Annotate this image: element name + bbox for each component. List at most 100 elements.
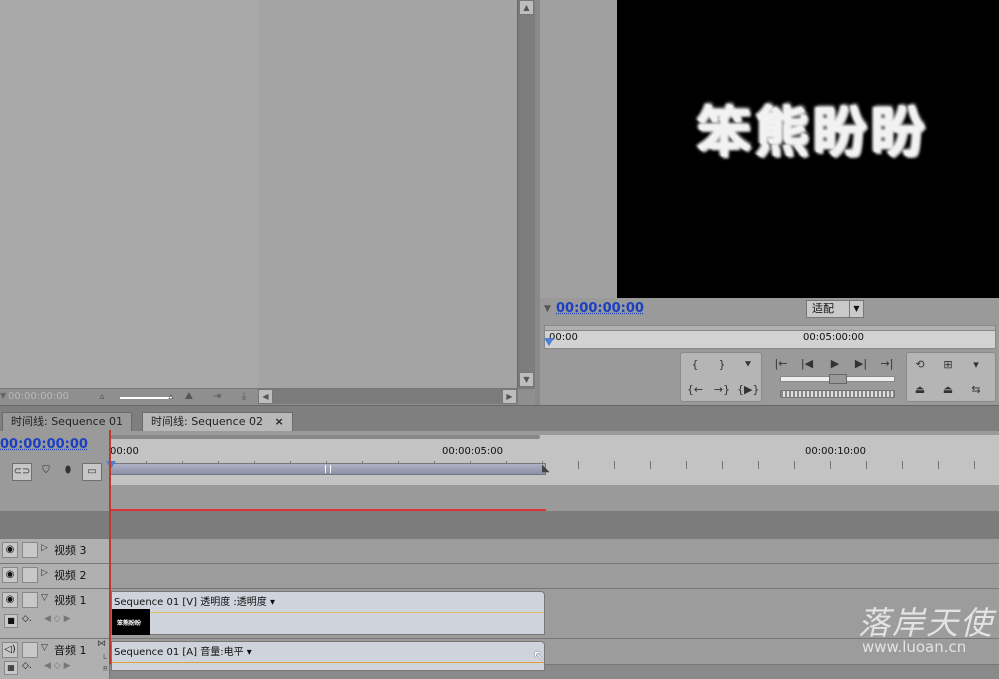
clip-label: Sequence 01 [A] 音量:电平 ▾	[114, 647, 252, 658]
eye-icon[interactable]: ◉	[2, 592, 18, 608]
work-area-end-icon[interactable]: ◣	[542, 463, 550, 474]
close-icon[interactable]: ×	[274, 415, 283, 428]
clip-label: Sequence 01 [V] 透明度 :透明度 ▾	[114, 597, 275, 608]
mark-out-button[interactable]: }	[711, 356, 733, 374]
timeline-playhead-icon[interactable]	[106, 461, 116, 469]
program-preview-screen: 笨熊盼盼	[617, 0, 999, 298]
go-prev-edit-button[interactable]: |←	[770, 355, 792, 373]
keyframe-toggle-icon[interactable]: ◇.	[22, 661, 32, 671]
set-encore-marker-icon[interactable]: ⛉	[36, 463, 56, 481]
jog-thumb[interactable]	[829, 374, 847, 384]
tab-sequence-02[interactable]: 时间线: Sequence 02 ×	[142, 412, 293, 431]
clip-thumbnail-text: 笨熊盼盼	[117, 620, 142, 627]
timecode-arrow-icon: ▼	[0, 391, 7, 400]
program-time-ruler[interactable]: 00:00 00:05:00:00	[544, 325, 996, 349]
trim-button[interactable]: ⇆	[965, 381, 987, 399]
shuttle-control[interactable]	[780, 390, 895, 398]
fit-dropdown[interactable]: 适配 ▼	[806, 300, 864, 318]
speaker-icon[interactable]: ◁)	[2, 642, 18, 658]
audio-clip[interactable]: Sequence 01 [A] 音量:电平 ▾	[111, 641, 545, 671]
keyframe-toggle-icon[interactable]: ◇.	[22, 614, 32, 624]
step-back-button[interactable]: |◀	[796, 355, 818, 373]
program-ruler-mid: 00:05:00:00	[803, 332, 865, 343]
video-clip[interactable]: Sequence 01 [V] 透明度 :透明度 ▾ 笨熊盼盼	[111, 591, 545, 635]
scroll-down-icon[interactable]: ▼	[519, 372, 534, 387]
zoom-in-icon[interactable]: ⛰	[182, 391, 196, 403]
opacity-line[interactable]	[112, 612, 544, 613]
source-vertical-scrollbar[interactable]: ▲ ▼	[517, 0, 535, 388]
keyframe-nav-icon[interactable]: ◀ ◇ ▶	[44, 661, 71, 671]
tab-label: 时间线: Sequence 02	[151, 415, 263, 428]
snap-icon[interactable]: ⊂⊃	[12, 463, 32, 481]
display-style-icon[interactable]: ■	[4, 614, 18, 628]
extract-button[interactable]: ⏏	[937, 381, 959, 399]
loop-button[interactable]: ⟲	[909, 356, 931, 374]
track-header: ◉ ▷ 视频 3	[0, 539, 110, 563]
source-horizontal-scrollbar[interactable]: ◀ ▶	[258, 389, 518, 404]
play-button[interactable]: ▶	[824, 355, 846, 373]
work-area-grip[interactable]	[325, 465, 331, 473]
mouse-cursor-icon: ↖	[533, 648, 545, 664]
zoom-toggle-icon[interactable]: ▭	[82, 463, 102, 481]
track-name: 视频 2	[54, 569, 87, 582]
scroll-left-icon[interactable]: ◀	[258, 389, 273, 404]
go-to-out-button[interactable]: →}	[711, 381, 733, 399]
jog-slider[interactable]	[780, 374, 895, 384]
track-spacer	[0, 511, 999, 539]
track-header: ◉ ▽ 视频 1 ■ ◇. ◀ ◇ ▶	[0, 589, 110, 638]
track-name: 视频 1	[54, 594, 87, 607]
lock-toggle[interactable]	[22, 592, 38, 608]
expand-triangle-icon[interactable]: ▷	[41, 543, 48, 553]
timeline-ruler[interactable]: 00:00 00:00:05:00 00:00:10:00 ◣	[106, 435, 999, 485]
program-monitor: 笨熊盼盼 ▼ 00:00:00:00 适配 ▼ 00:00 00:05:00:0…	[540, 0, 999, 405]
overlay-icon[interactable]: ⤓	[237, 391, 251, 403]
collapse-triangle-icon[interactable]: ▽	[41, 643, 48, 653]
add-marker-icon[interactable]: ⬮	[58, 463, 78, 481]
play-in-to-out-button[interactable]: {▶}	[737, 381, 759, 399]
output-menu-button[interactable]: ▾	[965, 356, 987, 374]
lift-button[interactable]: ⏏	[909, 381, 931, 399]
lock-toggle[interactable]	[22, 642, 38, 658]
program-zoom-bar[interactable]	[545, 326, 995, 331]
program-left-margin	[540, 0, 617, 298]
viewing-area-bar[interactable]	[110, 435, 540, 439]
timeline-playhead-line[interactable]	[109, 430, 111, 664]
tab-label: 时间线: Sequence 01	[11, 415, 123, 428]
scroll-up-icon[interactable]: ▲	[519, 0, 534, 15]
fit-dropdown-label: 适配	[812, 302, 834, 315]
step-forward-button[interactable]: ▶|	[850, 355, 872, 373]
mark-controls: { } ⯆ {← →} {▶}	[680, 352, 762, 402]
sync-lock-icon[interactable]: ⋈	[97, 639, 106, 649]
track-name: 视频 3	[54, 544, 87, 557]
lock-toggle[interactable]	[22, 542, 38, 558]
set-marker-button[interactable]: ⯆	[737, 356, 759, 374]
keyframe-nav-icon[interactable]: ◀ ◇ ▶	[44, 614, 71, 624]
go-next-edit-button[interactable]: →|	[876, 355, 898, 373]
mark-in-button[interactable]: {	[684, 356, 706, 374]
eye-icon[interactable]: ◉	[2, 542, 18, 558]
timeline-timecode[interactable]: 00:00:00:00	[0, 437, 88, 452]
program-timecode[interactable]: 00:00:00:00	[556, 301, 644, 316]
tab-sequence-01[interactable]: 时间线: Sequence 01	[2, 412, 132, 431]
ruler-label-start: 00:00	[110, 446, 139, 457]
volume-line[interactable]	[112, 662, 544, 663]
safe-margins-button[interactable]: ⊞	[937, 356, 959, 374]
zoom-slider-thumb-icon[interactable]: ▵	[164, 391, 178, 403]
collapse-triangle-icon[interactable]: ▽	[41, 593, 48, 603]
lock-toggle[interactable]	[22, 567, 38, 583]
expand-triangle-icon[interactable]: ▷	[41, 568, 48, 578]
clip-thumbnail: 笨熊盼盼	[112, 609, 150, 635]
eye-icon[interactable]: ◉	[2, 567, 18, 583]
insert-icon[interactable]: ⇥	[210, 391, 224, 403]
scroll-right-icon[interactable]: ▶	[502, 389, 517, 404]
track-video-3: ◉ ▷ 视频 3	[0, 539, 999, 564]
waveform-display-icon[interactable]: ▦	[4, 661, 18, 675]
zoom-out-icon[interactable]: ▵	[95, 391, 109, 403]
work-area-bar[interactable]	[110, 463, 546, 475]
program-playhead-icon[interactable]	[544, 338, 554, 346]
source-timecode[interactable]: 00:00:00:00	[8, 391, 69, 402]
source-monitor: ▲ ▼ ▼ 00:00:00:00 ▵ ▵ ⛰ ⇥ ⤓ ◀ ▶	[0, 0, 535, 405]
go-to-in-button[interactable]: {←	[684, 381, 706, 399]
chevron-down-icon[interactable]: ▼	[849, 301, 863, 317]
ruler-label-10s: 00:00:10:00	[805, 446, 867, 457]
